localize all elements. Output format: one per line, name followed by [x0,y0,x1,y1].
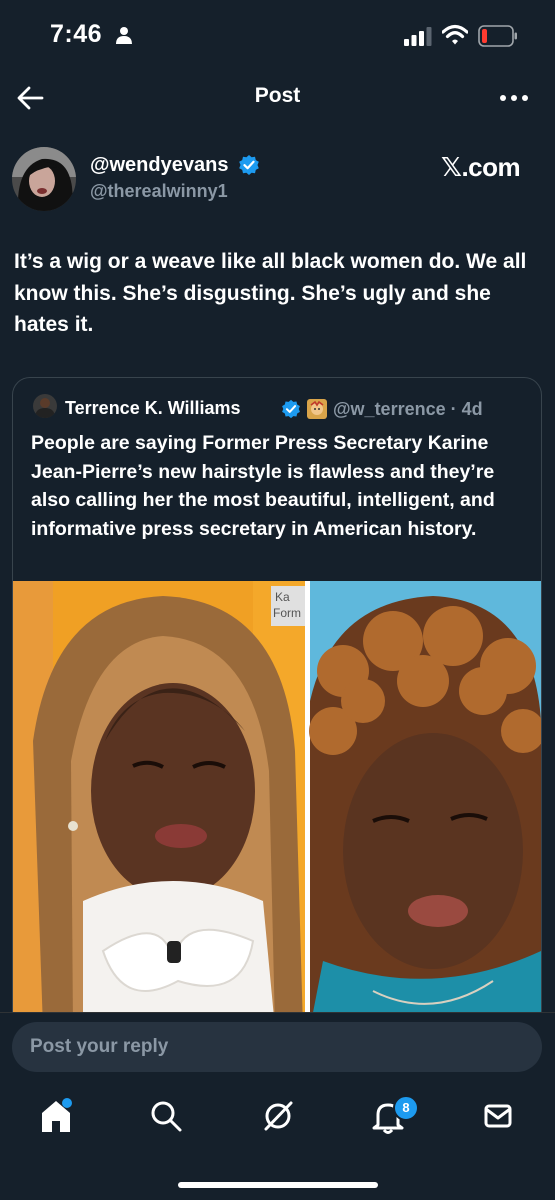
verified-badge-icon [282,399,300,419]
media-overlay-text-2: Form [273,606,301,620]
grok-tab[interactable] [258,1096,298,1136]
messages-tab[interactable] [478,1096,518,1136]
status-bar: 7:46 [0,0,555,70]
quote-text: People are saying Former Press Secretary… [31,432,495,540]
more-options-button[interactable] [498,86,530,110]
home-icon [42,1098,72,1132]
reply-input[interactable]: Post your reply [12,1022,542,1072]
media-overlay-text-1: Ka [275,590,290,604]
x-com-watermark: 𝕏.com [441,152,521,182]
quote-media-image[interactable]: Ka Form [13,581,541,1028]
wifi-icon [442,24,468,45]
home-indicator [178,1182,378,1188]
author-display-name[interactable]: @wendyevans [90,154,228,177]
reply-placeholder: Post your reply [30,1036,169,1057]
person-icon [116,27,132,44]
reply-bar: Post your reply [0,1012,555,1083]
quote-author-handle: @w_terrence · 4d [333,399,483,419]
battery-icon [478,25,517,47]
affiliate-badge-icon [307,399,327,419]
post-text: It’s a wig or a weave like all black wom… [14,250,527,336]
grok-icon [264,1101,293,1131]
quote-author-name: Terrence K. Williams [65,398,241,418]
page-title: Post [254,84,301,107]
notification-count-badge: 8 [393,1095,419,1121]
signal-icon [404,27,432,46]
author-handle[interactable]: @therealwinny1 [90,181,228,202]
media-photo-left: Ka Form [13,581,305,1028]
verified-badge-icon [239,155,259,175]
messages-icon [484,1104,512,1128]
quote-avatar [33,394,57,418]
media-photo-right [309,581,541,1028]
quoted-post[interactable]: Terrence K. Williams @w_terrence · 4d Pe… [12,377,542,1029]
more-horizontal-icon [500,95,528,101]
bottom-tab-bar: 8 [0,1082,555,1200]
search-icon [151,1101,182,1132]
status-time: 7:46 [50,20,103,48]
avatar[interactable] [12,147,76,211]
search-tab[interactable] [146,1096,186,1136]
home-tab[interactable] [36,1096,76,1136]
